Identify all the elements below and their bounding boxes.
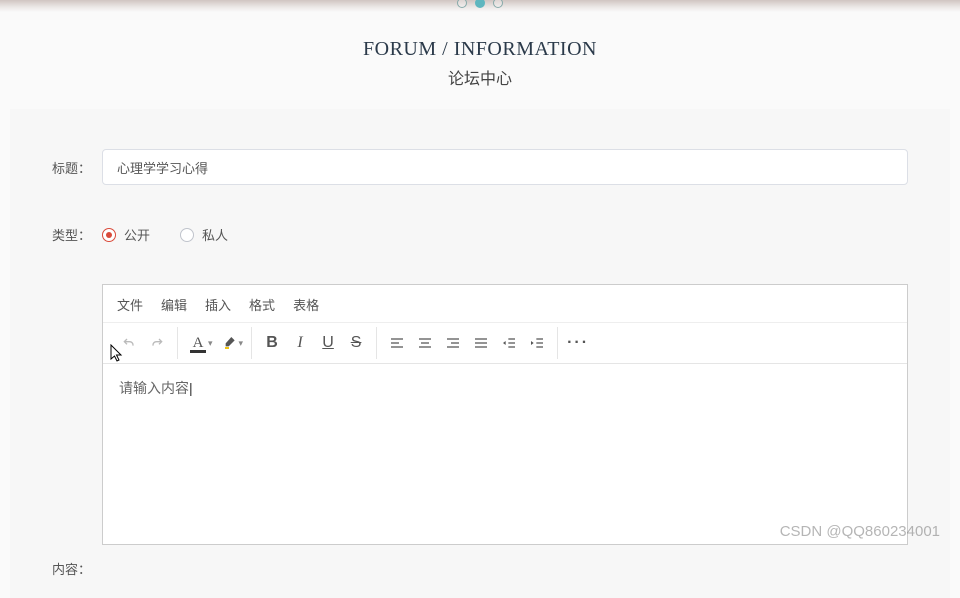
type-radio-group: 公开 私人 [102,225,228,244]
tool-group-text: B I U S [252,327,377,359]
radio-public-label: 公开 [124,225,150,244]
page-title-cn: 论坛中心 [0,65,960,89]
banner-bottom-edge [0,0,960,12]
align-justify-icon [473,335,489,351]
menu-format[interactable]: 格式 [249,295,275,314]
ellipsis-icon: ··· [567,334,589,352]
carousel-dot[interactable] [457,0,467,8]
strikethrough-icon: S [351,334,362,352]
title-row: 标题： [52,149,908,185]
indent-button[interactable] [523,329,551,357]
watermark-text: CSDN @QQ860234001 [780,523,940,540]
tool-group-more: ··· [558,327,598,359]
content-label: 内容： [52,559,102,578]
carousel-dots [457,0,503,8]
bold-button[interactable]: B [258,329,286,357]
text-color-icon: A [193,335,204,352]
undo-icon [121,335,137,351]
text-color-underline [190,350,206,353]
menu-insert[interactable]: 插入 [205,295,231,314]
menu-table[interactable]: 表格 [293,295,319,314]
italic-button[interactable]: I [286,329,314,357]
undo-button[interactable] [115,329,143,357]
underline-icon: U [322,334,334,352]
editor-toolbar: A ▾ ▾ B I U S [103,323,907,364]
rich-text-editor: 文件 编辑 插入 格式 表格 A ▾ [102,284,908,545]
tool-group-align [377,327,558,359]
carousel-dot[interactable] [493,0,503,8]
carousel-dot-active[interactable] [475,0,485,8]
menu-edit[interactable]: 编辑 [161,295,187,314]
align-right-icon [445,335,461,351]
menu-file[interactable]: 文件 [117,295,143,314]
indent-icon [529,335,545,351]
align-right-button[interactable] [439,329,467,357]
radio-circle-icon [180,228,194,242]
italic-icon: I [297,334,302,352]
chevron-down-icon[interactable]: ▾ [239,338,244,349]
page-header: FORUM / INFORMATION 论坛中心 [0,12,960,109]
outdent-button[interactable] [495,329,523,357]
page-title-en: FORUM / INFORMATION [0,38,960,61]
align-center-button[interactable] [411,329,439,357]
highlight-icon [221,335,237,351]
align-left-icon [389,335,405,351]
editor-content-area[interactable]: 请输入内容 [103,364,907,544]
align-left-button[interactable] [383,329,411,357]
redo-icon [149,335,165,351]
radio-private[interactable]: 私人 [180,225,228,244]
content-row: 内容： [52,559,908,578]
type-label: 类型： [52,225,102,244]
editor-menubar: 文件 编辑 插入 格式 表格 [103,285,907,323]
radio-private-label: 私人 [202,225,228,244]
radio-circle-icon [102,228,116,242]
more-button[interactable]: ··· [564,329,592,357]
redo-button[interactable] [143,329,171,357]
radio-public[interactable]: 公开 [102,225,150,244]
text-color-button[interactable]: A [184,329,212,357]
strikethrough-button[interactable]: S [342,329,370,357]
align-center-icon [417,335,433,351]
outdent-icon [501,335,517,351]
tool-group-color: A ▾ ▾ [178,327,252,359]
editor-placeholder-text: 请输入内容 [119,380,193,396]
align-justify-button[interactable] [467,329,495,357]
title-input[interactable] [102,149,908,185]
tool-group-history [109,327,178,359]
bold-icon: B [266,334,278,352]
underline-button[interactable]: U [314,329,342,357]
type-row: 类型： 公开 私人 [52,225,908,244]
title-label: 标题： [52,158,102,177]
